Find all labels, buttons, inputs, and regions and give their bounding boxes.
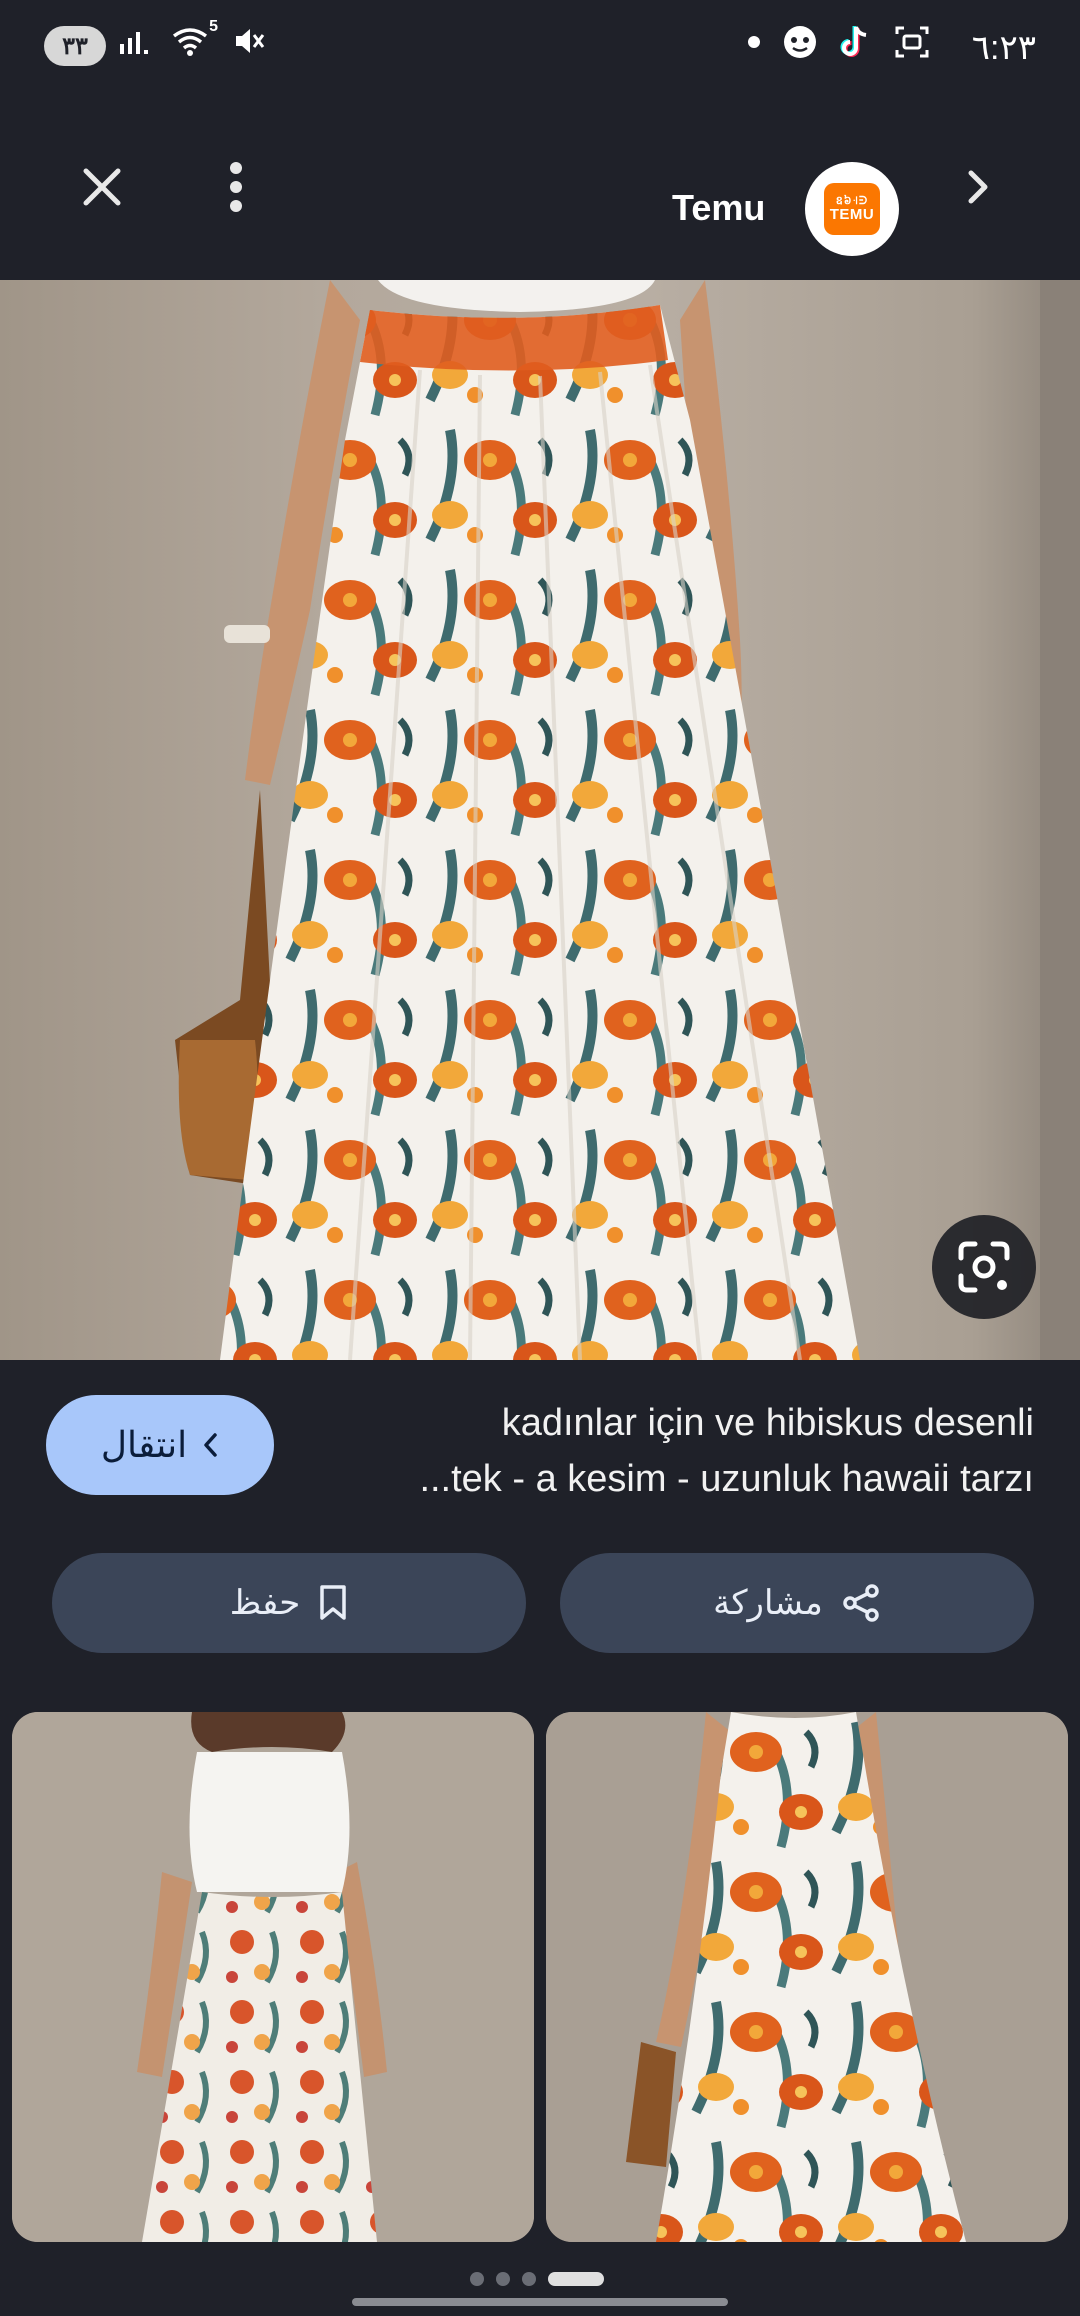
- notification-dot-icon: [748, 36, 760, 48]
- page-dot: [496, 2272, 510, 2286]
- chevron-left-icon: [204, 1433, 217, 1457]
- notification-count-badge: ٣٣: [44, 26, 106, 66]
- visit-label: انتقال: [100, 1424, 188, 1465]
- related-image-2[interactable]: [546, 1712, 1068, 2242]
- visit-button[interactable]: انتقال: [46, 1395, 274, 1495]
- source-name[interactable]: Temu: [672, 187, 765, 229]
- app-notification-icon: [784, 26, 816, 58]
- related-image-2-picture: [546, 1712, 1068, 2242]
- save-label: حفظ: [229, 1584, 301, 1622]
- status-icons-right: [748, 24, 930, 60]
- mute-icon: [236, 29, 265, 53]
- more-options-button[interactable]: [196, 147, 276, 227]
- header: Temu ឧ៦꜊ᕭ TEMU: [0, 95, 1080, 280]
- page-dot: [470, 2272, 484, 2286]
- open-source-button[interactable]: [938, 147, 1018, 227]
- related-image-1-picture: [12, 1712, 534, 2242]
- more-vert-icon: [230, 162, 242, 212]
- product-title-line2: ...tek - a kesim - uzunluk hawaii tarzı: [419, 1458, 1034, 1500]
- page-dot: [522, 2272, 536, 2286]
- screenshot-icon: [895, 26, 929, 58]
- skirt-illustration: [175, 280, 1080, 1360]
- clock: ٦:٢٣: [971, 29, 1036, 67]
- temu-logo-text: TEMU: [829, 206, 875, 223]
- related-image-1[interactable]: [12, 1712, 534, 2242]
- tiktok-icon: [840, 26, 867, 57]
- status-icons-left: 5: [118, 18, 266, 58]
- save-button[interactable]: حفظ: [52, 1553, 526, 1653]
- bookmark-icon: [320, 1585, 346, 1620]
- share-label: مشاركة: [713, 1584, 823, 1622]
- page-dot-active: [548, 2272, 604, 2286]
- product-title-line1: kadınlar için ve hibiskus desenli: [501, 1402, 1034, 1444]
- network-type-label: 5: [209, 18, 218, 35]
- close-button[interactable]: [62, 147, 142, 227]
- product-image[interactable]: [0, 280, 1080, 1360]
- share-icon: [843, 1584, 879, 1622]
- source-logo[interactable]: ឧ៦꜊ᕭ TEMU: [805, 162, 899, 256]
- lens-search-button[interactable]: [932, 1215, 1036, 1319]
- wifi-icon: 5: [170, 18, 218, 58]
- page-indicator: [470, 2272, 604, 2286]
- product-title[interactable]: kadınlar için ve hibiskus desenli ...tek…: [314, 1395, 1034, 1507]
- temu-logo: ឧ៦꜊ᕭ TEMU: [824, 183, 880, 235]
- lens-icon: [958, 1241, 1010, 1293]
- close-icon: [83, 168, 121, 206]
- signal-icon: [120, 32, 148, 54]
- chevron-right-icon: [968, 170, 988, 204]
- share-button[interactable]: مشاركة: [560, 1553, 1034, 1653]
- status-bar: ٣٣ 5 ٦:٢٣: [0, 0, 1080, 95]
- home-indicator[interactable]: [352, 2298, 728, 2306]
